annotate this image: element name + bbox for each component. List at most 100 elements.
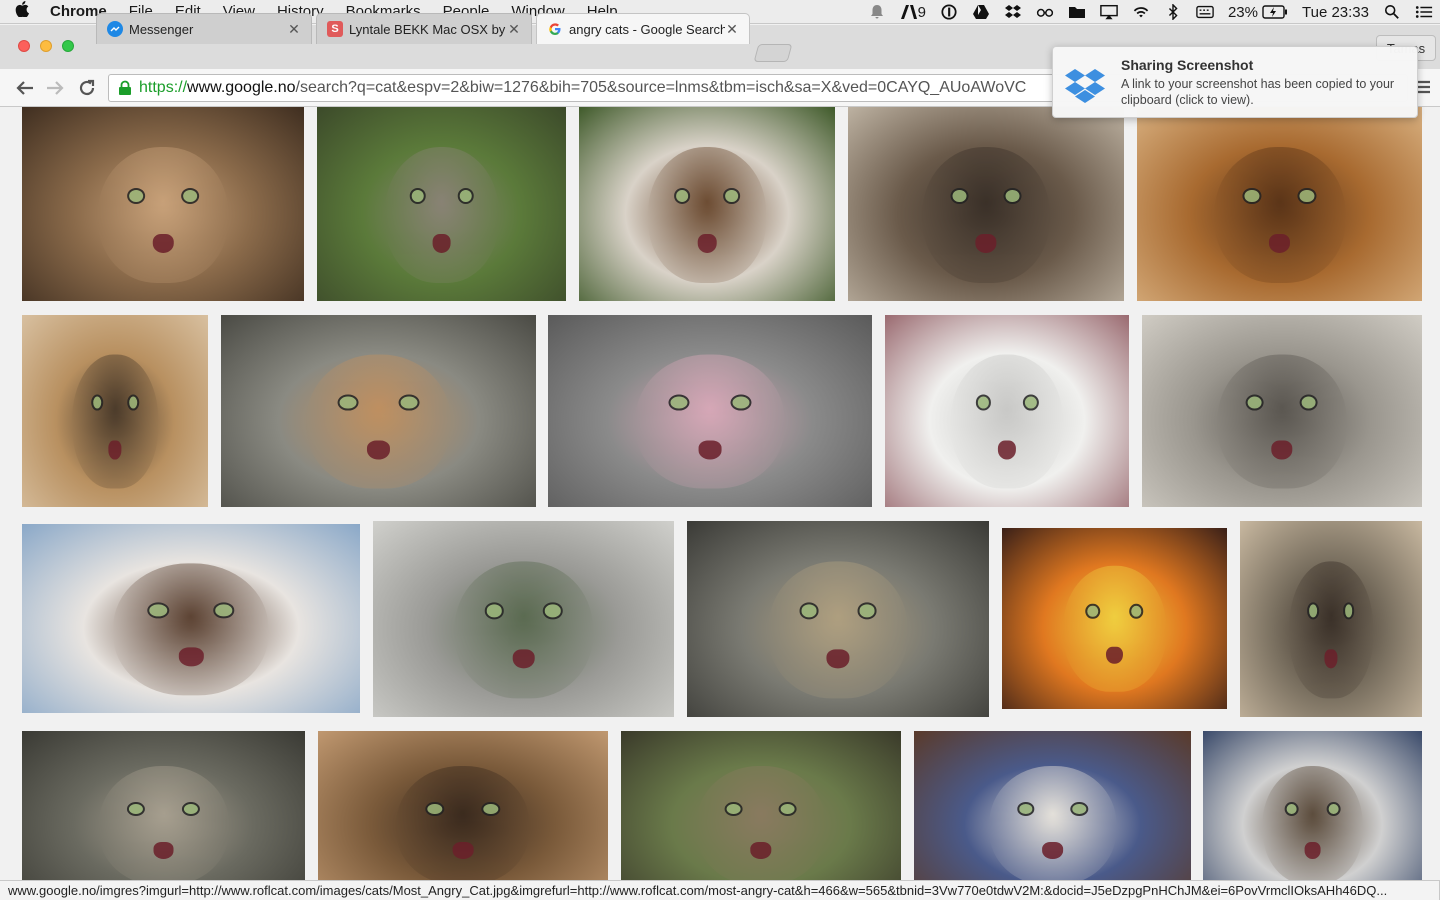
image-result-thumbnail[interactable] — [579, 107, 835, 301]
close-tab-icon[interactable]: ✕ — [725, 21, 739, 38]
cat-mouth — [698, 440, 722, 460]
image-result-thumbnail[interactable] — [548, 315, 872, 507]
tab-title: Messenger — [129, 21, 194, 37]
tab-angry-cats[interactable]: angry cats - Google Search ✕ — [536, 13, 750, 44]
cat-mouth — [108, 440, 122, 460]
minimize-window-button[interactable] — [40, 40, 52, 52]
notification-body: A link to your screenshot has been copie… — [1121, 77, 1395, 107]
image-result-thumbnail[interactable] — [885, 315, 1129, 507]
cat-mouth — [1271, 440, 1293, 460]
cat-mouth — [366, 440, 391, 460]
cat-mouth — [178, 647, 204, 667]
cat-eye — [1300, 394, 1319, 411]
cat-eye — [126, 187, 145, 204]
image-result-thumbnail[interactable] — [1240, 521, 1422, 717]
folder-icon[interactable] — [1061, 4, 1093, 20]
cat-mouth — [697, 233, 717, 253]
new-tab-button[interactable] — [753, 44, 793, 62]
cat-eye — [799, 602, 819, 619]
cat-eye — [212, 602, 235, 619]
cat-face — [1262, 766, 1363, 886]
s-icon: S — [327, 21, 343, 37]
glasses-icon[interactable] — [1029, 4, 1061, 20]
image-result-thumbnail[interactable] — [1137, 107, 1422, 301]
notification-bell-icon[interactable] — [861, 4, 893, 20]
close-tab-icon[interactable]: ✕ — [507, 21, 521, 38]
image-result-thumbnail[interactable] — [687, 521, 989, 717]
dropbox-sync-icon[interactable] — [997, 4, 1029, 20]
tab-title: Lyntale BEKK Mac OSX by — [349, 21, 506, 37]
apple-menu-icon[interactable] — [0, 1, 44, 22]
cat-eye — [1242, 187, 1262, 204]
back-button[interactable] — [12, 75, 38, 101]
spotlight-search-icon[interactable] — [1376, 4, 1408, 20]
image-result-thumbnail[interactable] — [621, 731, 901, 900]
tab-lyntale[interactable]: S Lyntale BEKK Mac OSX by ✕ — [316, 13, 532, 44]
forward-button[interactable] — [42, 75, 68, 101]
reload-button[interactable] — [74, 75, 100, 101]
wifi-icon[interactable] — [1125, 4, 1157, 20]
adobe-status[interactable]: 9 — [893, 4, 933, 21]
cat-eye — [484, 602, 505, 619]
dropbox-notification[interactable]: Sharing Screenshot A link to your screen… — [1052, 46, 1418, 118]
image-result-thumbnail[interactable] — [22, 107, 304, 301]
cat-mouth — [432, 233, 451, 253]
image-result-thumbnail[interactable] — [22, 731, 305, 900]
cat-eye — [950, 187, 969, 204]
cat-eye — [723, 187, 740, 204]
tab-messenger[interactable]: Messenger ✕ — [96, 13, 312, 44]
url-scheme: https:// — [139, 79, 188, 96]
tab-title: angry cats - Google Search — [569, 21, 725, 37]
image-result-thumbnail[interactable] — [22, 315, 208, 507]
image-result-thumbnail[interactable] — [221, 315, 536, 507]
close-tab-icon[interactable]: ✕ — [287, 21, 301, 38]
keyboard-input-icon[interactable] — [1189, 4, 1221, 20]
image-result-thumbnail[interactable] — [318, 731, 608, 900]
cat-eye — [1129, 603, 1144, 619]
cat-eye — [1016, 801, 1035, 816]
cat-mouth — [1324, 649, 1338, 669]
adobe-icon — [900, 5, 917, 19]
adobe-count: 9 — [917, 3, 926, 21]
cat-mouth — [1269, 233, 1290, 253]
image-result-thumbnail[interactable] — [22, 524, 360, 713]
1password-icon[interactable] — [933, 4, 965, 20]
cat-eye — [779, 801, 798, 816]
cat-eye — [724, 801, 743, 816]
cat-eye — [1022, 394, 1039, 411]
url-path: /search?q=cat&espv=2&biw=1276&bih=705&so… — [295, 79, 1027, 96]
image-result-thumbnail[interactable] — [1203, 731, 1422, 900]
cat-face — [1289, 561, 1373, 699]
cat-eye — [481, 801, 501, 816]
cat-mouth — [1304, 842, 1321, 859]
bluetooth-icon[interactable] — [1157, 4, 1189, 20]
airplay-icon[interactable] — [1093, 4, 1125, 20]
battery-status[interactable]: 23% — [1221, 4, 1295, 21]
cat-eye — [337, 394, 359, 411]
cat-eye — [1326, 801, 1341, 816]
dropbox-icon — [1065, 69, 1105, 103]
google-drive-icon[interactable] — [965, 4, 997, 20]
notification-center-icon[interactable] — [1408, 4, 1440, 20]
cat-eye — [126, 394, 139, 411]
image-result-thumbnail[interactable] — [317, 107, 566, 301]
image-result-thumbnail[interactable] — [914, 731, 1191, 900]
cat-face — [1217, 354, 1347, 489]
image-result-thumbnail[interactable] — [848, 107, 1124, 301]
cat-eye — [1085, 603, 1100, 619]
cat-face — [454, 561, 593, 699]
image-result-thumbnail[interactable] — [373, 521, 674, 717]
cat-eye — [542, 602, 563, 619]
close-window-button[interactable] — [18, 40, 30, 52]
clock[interactable]: Tue 23:33 — [1295, 4, 1376, 21]
cat-eye — [1284, 801, 1299, 816]
image-result-thumbnail[interactable] — [1002, 528, 1227, 709]
image-result-thumbnail[interactable] — [1142, 315, 1422, 507]
cat-eye — [409, 187, 426, 204]
cat-face — [988, 766, 1117, 886]
zoom-window-button[interactable] — [62, 40, 74, 52]
cat-face — [113, 562, 269, 696]
cat-face — [1213, 146, 1346, 283]
cat-mouth — [826, 649, 850, 669]
cat-mouth — [452, 842, 474, 859]
